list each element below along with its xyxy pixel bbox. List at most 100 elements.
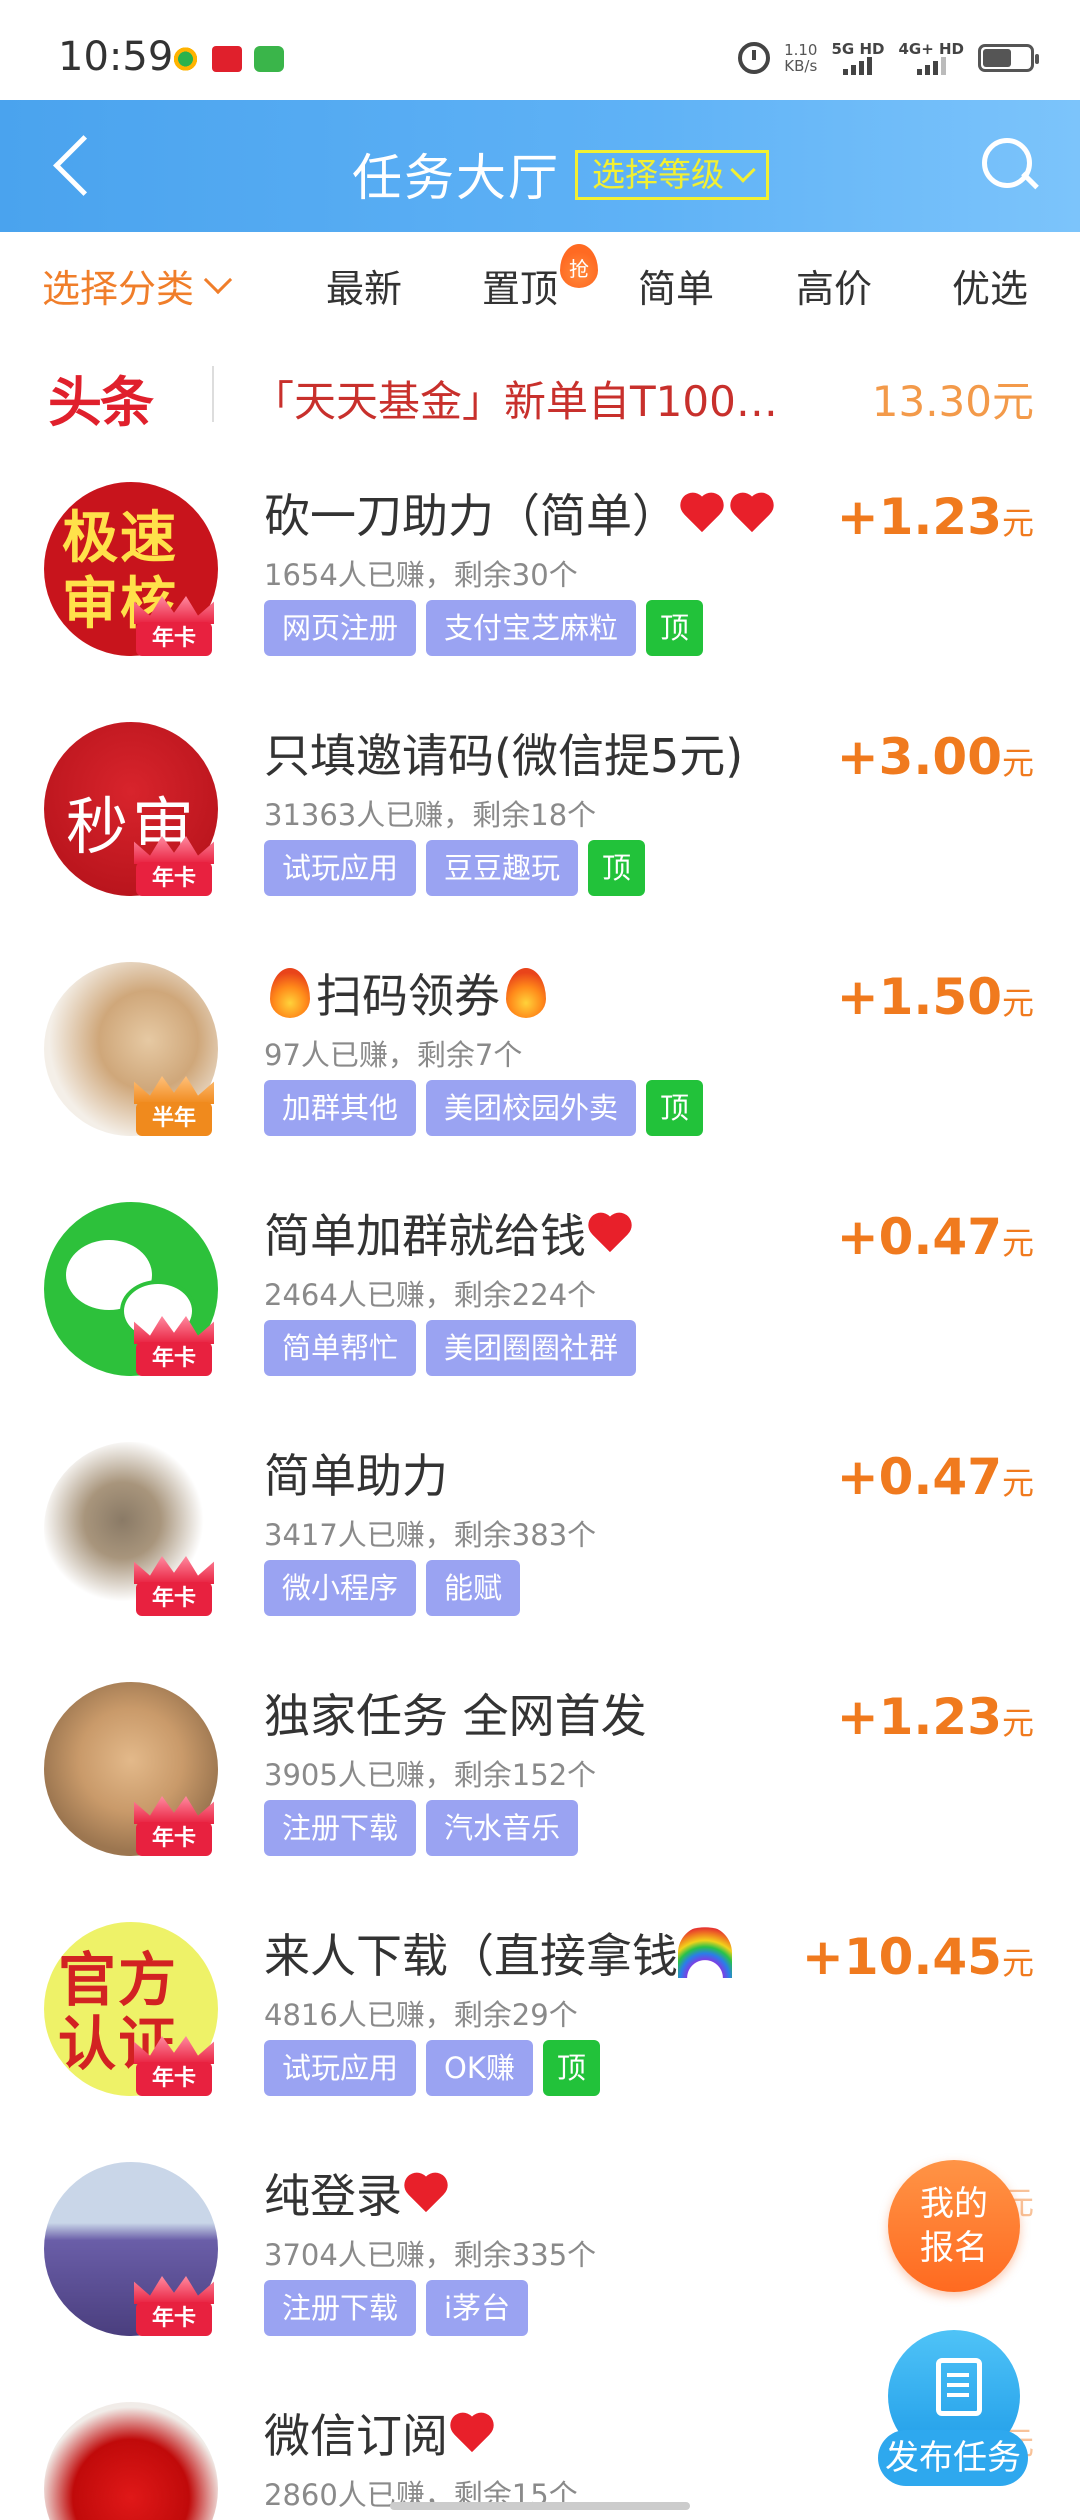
publish-task-button[interactable]: 发布任务 — [878, 2330, 1028, 2500]
tag: OK赚 — [426, 2040, 533, 2096]
task-price: +1.23元 — [836, 488, 1034, 546]
annual-card-badge: 年卡 — [132, 836, 216, 900]
toutiao-app-icon — [212, 46, 242, 72]
select-level-button[interactable]: 选择等级 — [575, 150, 769, 200]
annual-card-badge: 年卡 — [132, 2036, 216, 2100]
publish-task-label: 发布任务 — [878, 2430, 1028, 2486]
tag: 注册下载 — [264, 1800, 417, 1856]
home-indicator — [390, 2502, 690, 2510]
tag: 微小程序 — [264, 1560, 417, 1616]
tag: 能赋 — [426, 1560, 521, 1616]
app-header: 任务大厅 选择等级 — [0, 100, 1080, 232]
task-stats: 97人已赚，剩余7个 — [264, 1038, 523, 1072]
task-tags: 注册下载 汽水音乐 — [264, 1800, 579, 1856]
tag: 注册下载 — [264, 2280, 417, 2336]
crown-icon — [134, 596, 214, 624]
annual-card-badge: 年卡 — [132, 1556, 216, 1620]
page-title: 任务大厅 — [352, 149, 560, 207]
task-price: +10.45元 — [801, 1928, 1034, 1986]
task-stats: 3704人已赚，剩余335个 — [264, 2238, 597, 2272]
tag: 网页注册 — [264, 600, 417, 656]
crown-icon — [134, 1556, 214, 1584]
task-price: +0.47元 — [836, 1448, 1034, 1506]
tab-simple[interactable]: 简单 — [638, 258, 714, 313]
tab-featured[interactable]: 优选 — [952, 258, 1028, 313]
crown-icon — [134, 2036, 214, 2064]
task-stats: 31363人已赚，剩余18个 — [264, 798, 597, 832]
task-item[interactable]: 年卡 独家任务 全网首发 3905人已赚，剩余152个 注册下载 汽水音乐 +1… — [0, 1650, 1080, 1890]
crown-icon — [134, 1796, 214, 1824]
battery-icon — [978, 44, 1039, 72]
headline-banner[interactable]: 头条 「天天基金」新单自T100… 13.30元 — [0, 340, 1080, 450]
alarm-icon — [738, 42, 771, 74]
crown-icon — [134, 1076, 214, 1104]
task-stats: 1654人已赚，剩余30个 — [264, 558, 578, 592]
task-item[interactable]: 半年 扫码领券 97人已赚，剩余7个 加群其他 美团校园外卖 顶 +1.50元 — [0, 930, 1080, 1170]
task-title: 简单加群就给钱 — [264, 1200, 636, 1266]
annual-card-badge: 年卡 — [132, 1796, 216, 1860]
task-tags: 加群其他 美团校园外卖 顶 — [264, 1080, 704, 1136]
task-title: 微信订阅 — [264, 2400, 498, 2466]
task-tags: 注册下载 i茅台 — [264, 2280, 529, 2336]
heart-icon — [682, 494, 728, 536]
heart-icon — [590, 1214, 636, 1256]
task-item[interactable]: 极速 审核 年卡 砍一刀助力（简单） 1654人已赚，剩余30个 网页注册 支付宝… — [0, 450, 1080, 690]
task-item[interactable]: 秒审 年卡 只填邀请码(微信提5元) 31363人已赚，剩余18个 试玩应用 豆… — [0, 690, 1080, 930]
tag: 美团校园外卖 — [426, 1080, 637, 1136]
task-tags: 微小程序 能赋 — [264, 1560, 521, 1616]
task-item[interactable]: 年卡 简单助力 3417人已赚，剩余383个 微小程序 能赋 +0.47元 — [0, 1410, 1080, 1650]
task-title: 来人下载（直接拿钱 — [264, 1920, 732, 1986]
app-screen: { "status_bar": {"time": "10:59", "net_s… — [0, 0, 1080, 2520]
signal-bars-icon — [898, 56, 964, 75]
back-arrow-icon[interactable] — [44, 134, 108, 198]
tab-pinned[interactable]: 置顶 — [482, 258, 558, 313]
task-stats: 3905人已赚，剩余152个 — [264, 1758, 597, 1792]
task-app-icon — [254, 46, 284, 72]
tab-select-category[interactable]: 选择分类 — [42, 258, 233, 313]
task-title: 纯登录 — [264, 2160, 452, 2226]
task-stats: 2464人已赚，剩余224个 — [264, 1278, 597, 1312]
select-level-label: 选择等级 — [592, 155, 724, 194]
tag: 豆豆趣玩 — [426, 840, 579, 896]
task-stats: 4816人已赚，剩余29个 — [264, 1998, 578, 2032]
toutiao-logo: 头条 — [48, 371, 154, 434]
annual-card-badge: 年卡 — [132, 1316, 216, 1380]
search-icon[interactable] — [982, 138, 1038, 194]
my-signup-button[interactable]: 我的 报名 — [888, 2160, 1020, 2292]
task-price: +1.50元 — [836, 968, 1034, 1026]
task-title: 独家任务 全网首发 — [264, 1689, 647, 1743]
tab-high-price[interactable]: 高价 — [796, 258, 872, 313]
annual-card-badge: 年卡 — [132, 596, 216, 660]
tag-top: 顶 — [542, 2040, 600, 2096]
task-title: 简单助力 — [264, 1449, 448, 1503]
chevron-down-icon — [203, 265, 233, 294]
task-item[interactable]: 官方 认证 年卡 来人下载（直接拿钱 4816人已赚，剩余29个 试玩应用 OK赚… — [0, 1890, 1080, 2130]
headline-price: 13.30元 — [871, 377, 1034, 426]
annual-card-badge: 年卡 — [132, 2276, 216, 2340]
task-stats: 3417人已赚，剩余383个 — [264, 1518, 597, 1552]
tag: 美团圈圈社群 — [426, 1320, 637, 1376]
tag: 支付宝芝麻粒 — [426, 600, 637, 656]
crown-icon — [134, 1316, 214, 1344]
chevron-down-icon — [730, 157, 756, 183]
task-title: 扫码领券 — [264, 960, 552, 1026]
document-edit-icon — [936, 2358, 982, 2416]
task-tags: 简单帮忙 美团圈圈社群 — [264, 1320, 637, 1376]
tag: 试玩应用 — [264, 840, 417, 896]
my-signup-label: 我的 报名 — [920, 2184, 988, 2268]
tab-latest[interactable]: 最新 — [326, 258, 402, 313]
fire-icon — [270, 968, 310, 1018]
tag: i茅台 — [426, 2280, 529, 2336]
heart-icon — [732, 494, 778, 536]
half-year-card-badge: 半年 — [132, 1076, 216, 1140]
heart-icon — [452, 2414, 498, 2456]
task-avatar — [44, 2402, 218, 2520]
task-price: +3.00元 — [836, 728, 1034, 786]
task-tags: 试玩应用 OK赚 顶 — [264, 2040, 600, 2096]
status-icons: 1.10 KB/s 5G HD 4G+ HD — [738, 38, 1039, 78]
status-bar: 10:59 1.10 KB/s 5G HD 4G+ HD — [0, 0, 1080, 100]
tag: 汽水音乐 — [426, 1800, 579, 1856]
task-item[interactable]: 年卡 简单加群就给钱 2464人已赚，剩余224个 简单帮忙 美团圈圈社群 +0… — [0, 1170, 1080, 1410]
tag-top: 顶 — [646, 1080, 704, 1136]
heart-icon — [406, 2174, 452, 2216]
